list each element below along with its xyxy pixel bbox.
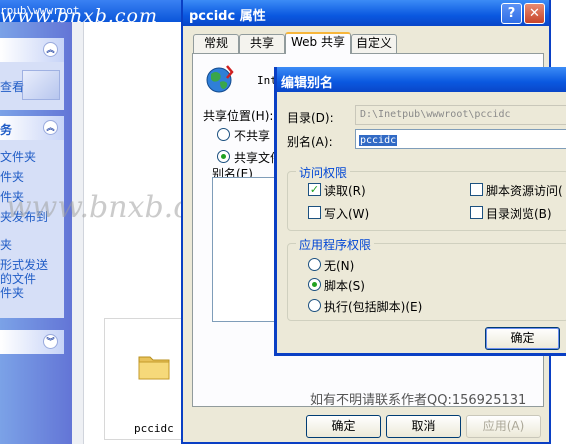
collapse-chevron-icon[interactable]: ︽ [43,120,58,135]
app-scripts-radio[interactable] [308,278,321,291]
panel-title: 务 [0,123,13,137]
tab-web-sharing[interactable]: Web 共享 [285,32,351,54]
task-link[interactable]: 查看 [0,78,24,95]
folder-icon[interactable] [136,348,172,384]
read-label[interactable]: 读取(R) [324,182,366,199]
collapse-chevron-icon[interactable]: ︽ [43,42,58,57]
explorer-scrollbar[interactable] [72,22,84,444]
panel-header-details[interactable]: ︾ [0,330,64,354]
cancel-button[interactable]: 取消 [386,415,461,438]
app-permissions-title: 应用程序权限 [296,236,375,253]
alias-input[interactable]: pccidc [355,129,566,149]
script-source-checkbox[interactable] [470,183,483,196]
share-location-label: 共享位置(H): [203,109,274,123]
alias-label: 别名(A): [287,135,333,149]
no-share-radio[interactable] [217,128,230,141]
task-link[interactable]: 件夹 [0,284,24,301]
app-execute-label[interactable]: 执行(包括脚本)(E) [324,298,422,315]
read-checkbox[interactable]: ✓ [308,183,321,196]
folder-name[interactable]: pccidc [134,422,174,435]
task-link[interactable]: 夹 [0,236,12,253]
tab-custom[interactable]: 自定义 [351,34,397,53]
write-label[interactable]: 写入(W) [324,205,369,222]
ok-button[interactable]: 确定 [306,415,381,438]
help-button[interactable]: ? [501,3,522,24]
app-none-radio[interactable] [308,258,321,271]
panel-body-view: 查看 [0,62,64,110]
properties-title: pccidc 属性 [189,9,266,24]
directory-browse-checkbox[interactable] [470,206,483,219]
directory-label: 目录(D): [287,111,334,125]
directory-browse-label[interactable]: 目录浏览(B) [486,205,552,222]
write-checkbox[interactable] [308,206,321,219]
no-share-label[interactable]: 不共享 [234,127,270,144]
app-scripts-label[interactable]: 脚本(S) [324,277,365,294]
close-button[interactable]: ✕ [524,3,545,24]
script-source-label[interactable]: 脚本资源访问( [486,182,563,199]
access-permissions-group: 访问权限 [287,164,566,231]
directory-field: D:\Inetpub\wwwroot\pccidc [355,105,566,125]
edit-alias-titlebar[interactable]: 编辑别名 [277,67,566,92]
panel-body-tasks: 文件夹 件夹 件夹 夹发布到 夹 形式发送 的文件 件夹 [0,140,64,318]
app-none-label[interactable]: 无(N) [324,257,354,274]
app-execute-radio[interactable] [308,299,321,312]
task-pane: ︽ 查看 务 ︽ 文件夹 件夹 件夹 夹发布到 夹 形式发送 的文件 件夹 ︾ [0,22,72,444]
panel-header-tasks[interactable]: 务 ︽ [0,116,64,140]
share-folder-radio[interactable] [217,150,230,163]
alias-list[interactable] [212,177,282,322]
expand-chevron-icon[interactable]: ︾ [43,334,58,349]
apply-button[interactable]: 应用(A) [466,415,541,438]
edit-alias-dialog: 编辑别名 目录(D): D:\Inetpub\wwwroot\pccidc 别名… [274,67,566,356]
task-link[interactable]: 件夹 [0,168,24,185]
tab-general[interactable]: 常规 [193,34,239,53]
panel-header-view[interactable]: ︽ [0,38,64,62]
edit-alias-title: 编辑别名 [281,76,334,91]
tab-sharing[interactable]: 共享 [239,34,285,53]
properties-titlebar[interactable]: pccidc 属性 ? ✕ [183,0,549,26]
alias-ok-button[interactable]: 确定 [485,327,560,350]
access-permissions-title: 访问权限 [296,164,351,181]
task-link[interactable]: 文件夹 [0,148,36,165]
web-share-globe-icon [206,65,234,93]
contact-note: 如有不明请联系作者QQ:156925131 [310,393,527,408]
alias-input-value: pccidc [359,135,398,146]
watermark-top: www.bnxb.com [0,5,158,27]
view-thumbnail-icon [22,70,60,100]
